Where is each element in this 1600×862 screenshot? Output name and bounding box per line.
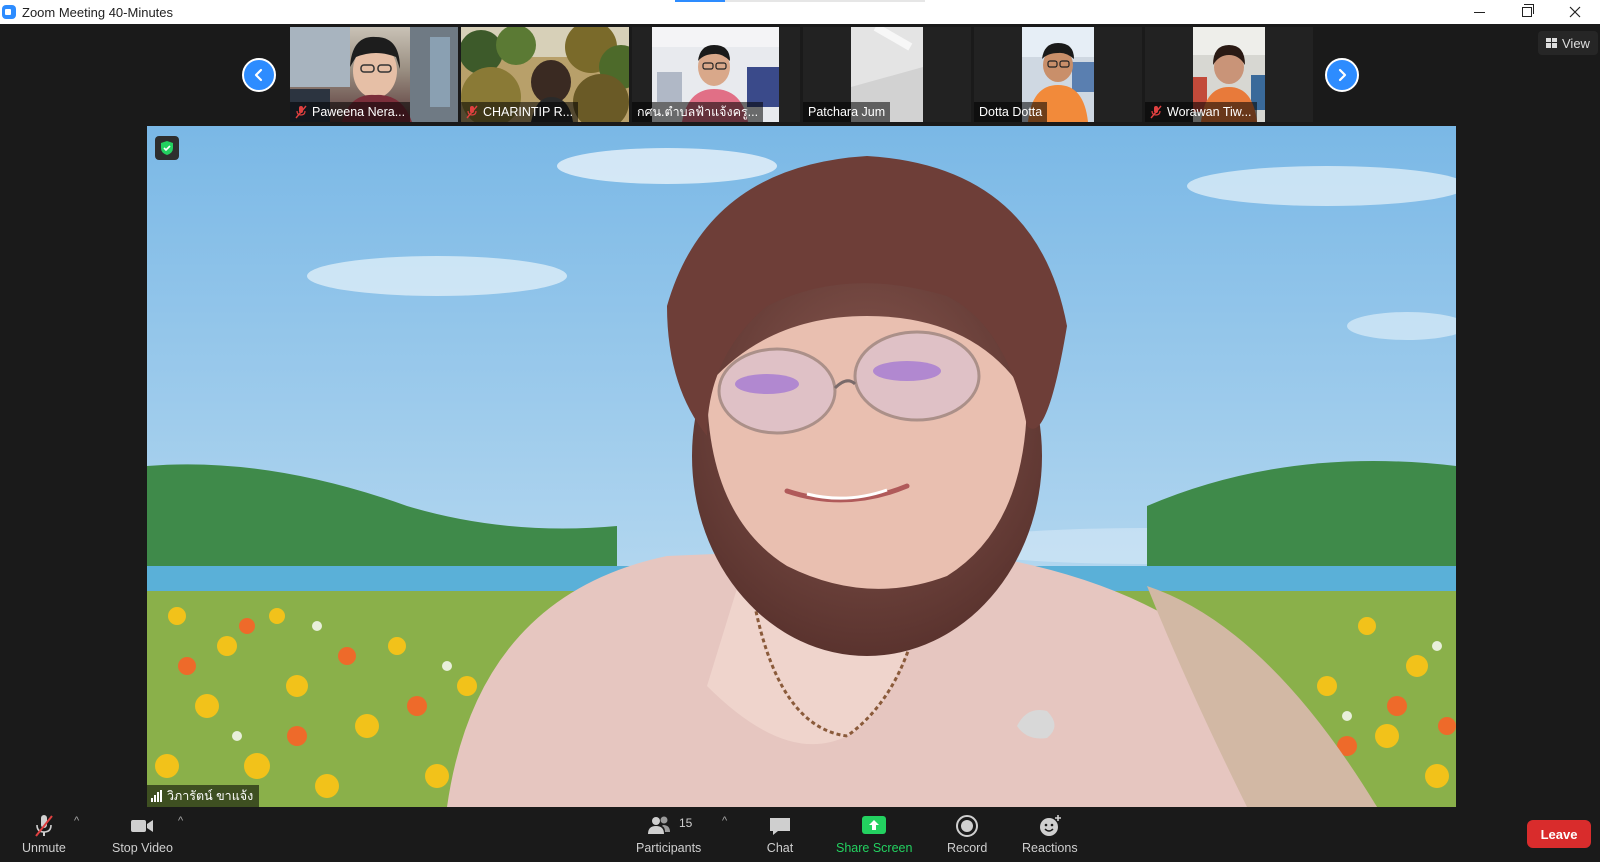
participant-name: CHARINTIP R... [483, 105, 574, 119]
close-icon [1569, 6, 1581, 18]
view-button[interactable]: View [1538, 31, 1598, 55]
participant-name: Paweena Nera... [312, 105, 406, 119]
participants-button[interactable]: 15 Participants [636, 813, 701, 855]
record-button[interactable]: Record [947, 813, 987, 855]
minimize-button[interactable] [1456, 0, 1502, 24]
window-title: Zoom Meeting 40-Minutes [22, 4, 174, 20]
participant-name: กศน.ตำบลฟ้าแจ้งครู... [637, 105, 759, 119]
stop-video-label: Stop Video [112, 841, 173, 855]
close-button[interactable] [1552, 0, 1598, 24]
participant-name: Dotta Dotta [979, 105, 1043, 119]
mic-muted-icon [466, 105, 478, 119]
record-label: Record [947, 841, 988, 855]
reactions-icon [1039, 815, 1061, 836]
mic-muted-icon [1150, 105, 1162, 119]
participant-name-label: กศน.ตำบลฟ้าแจ้งครู... [632, 102, 764, 122]
reactions-button[interactable]: Reactions [1022, 813, 1078, 855]
participant-strip: Paweena Nera... CHARINTIP R... กศน.ตำบลฟ… [0, 24, 1600, 124]
restore-button[interactable] [1504, 0, 1550, 24]
zoom-camera-icon [2, 5, 16, 19]
participant-name-label: Worawan Tiw... [1145, 102, 1257, 122]
video-options-caret[interactable]: ^ [178, 815, 183, 827]
signal-strength-icon [151, 790, 162, 802]
chat-button[interactable]: Chat [766, 813, 794, 855]
participant-name: Worawan Tiw... [1167, 105, 1252, 119]
restore-icon [1522, 4, 1534, 17]
participant-tile[interactable]: กศน.ตำบลฟ้าแจ้งครู... [632, 27, 800, 122]
shield-check-icon [161, 141, 173, 155]
meeting-toolbar: Unmute ^ Stop Video ^ 15 Participants ^ … [0, 807, 1600, 862]
speaker-name: วิภารัตน์ ขาแจ้ง [167, 789, 254, 803]
chevron-right-icon [1338, 68, 1347, 82]
title-bar: Zoom Meeting 40-Minutes [0, 0, 1600, 24]
participant-tile[interactable]: Patchara Jum [803, 27, 971, 122]
participant-tile[interactable]: CHARINTIP R... [461, 27, 629, 122]
participant-name-label: Paweena Nera... [290, 102, 411, 122]
video-camera-icon [131, 820, 154, 832]
chat-bubble-icon [770, 818, 790, 835]
chat-label: Chat [766, 841, 794, 855]
leave-button[interactable]: Leave [1527, 820, 1591, 848]
encryption-indicator[interactable] [155, 136, 179, 160]
speaker-name-label: วิภารัตน์ ขาแจ้ง [147, 785, 260, 807]
participant-tile[interactable]: Dotta Dotta [974, 27, 1142, 122]
unmute-label: Unmute [22, 841, 66, 855]
participant-name-label: CHARINTIP R... [461, 102, 579, 122]
participant-tile[interactable]: Paweena Nera... [290, 27, 458, 122]
speaker-video-image [147, 126, 1456, 807]
active-speaker-video: วิภารัตน์ ขาแจ้ง [147, 126, 1456, 807]
chevron-left-icon [254, 68, 263, 82]
grid-icon [1546, 38, 1557, 48]
participant-name-label: Patchara Jum [803, 102, 891, 122]
previous-page-button[interactable] [242, 58, 276, 92]
mic-muted-icon [35, 815, 53, 837]
audio-options-caret[interactable]: ^ [74, 815, 79, 827]
unmute-button[interactable]: Unmute [22, 813, 66, 855]
participant-name-label: Dotta Dotta [974, 102, 1048, 122]
participants-icon [647, 816, 670, 834]
participant-name: Patchara Jum [808, 105, 886, 119]
participants-options-caret[interactable]: ^ [722, 815, 727, 827]
participants-label: Participants [636, 841, 702, 855]
next-page-button[interactable] [1325, 58, 1359, 92]
reactions-label: Reactions [1022, 841, 1078, 855]
participants-count: 15 [678, 816, 693, 830]
stop-video-button[interactable]: Stop Video [112, 813, 173, 855]
record-icon [956, 815, 979, 837]
title-drag-indicator [675, 0, 925, 2]
participant-tile[interactable]: Worawan Tiw... [1145, 27, 1313, 122]
minimize-icon [1473, 11, 1485, 13]
share-screen-label: Share Screen [836, 841, 913, 855]
view-button-label: View [1562, 35, 1590, 51]
share-screen-button[interactable]: Share Screen [836, 813, 912, 855]
share-screen-icon [862, 816, 887, 834]
mic-muted-icon [295, 105, 307, 119]
